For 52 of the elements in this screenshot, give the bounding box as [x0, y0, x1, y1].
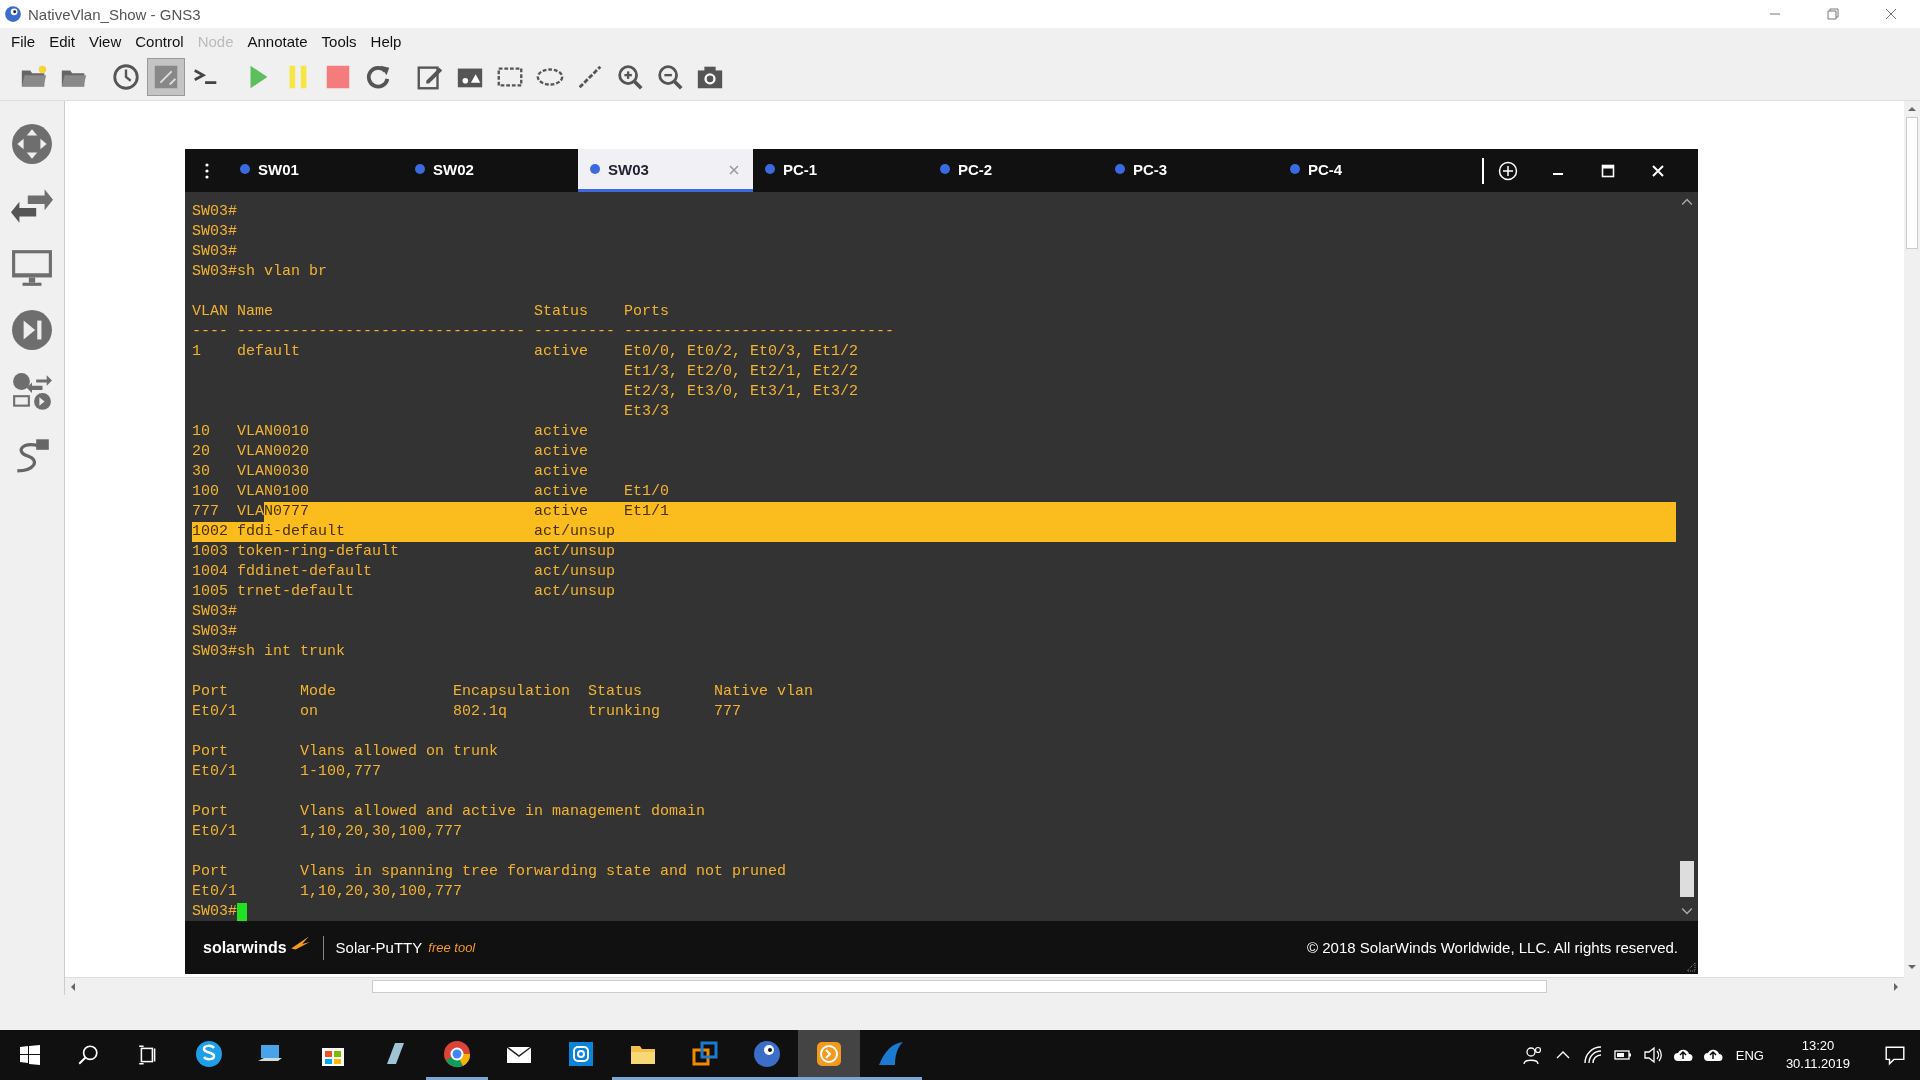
terminal-line: Port Vlans allowed on trunk	[192, 742, 500, 762]
terminal-line: 10 VLAN0010 active	[192, 422, 590, 442]
clock-time: 13:20	[1801, 1037, 1835, 1055]
menu-item[interactable]: Help	[363, 30, 409, 52]
menu-item[interactable]: View	[82, 30, 129, 52]
menu-item[interactable]: Annotate	[240, 30, 315, 52]
terminal-line: ---- -------------------------------- --------- ------------------------------	[192, 322, 896, 342]
menu-item[interactable]: Tools	[314, 30, 364, 52]
terminal-line: SW03#	[192, 222, 238, 242]
clock-date: 30.11.2019	[1785, 1055, 1850, 1073]
menu-item[interactable]: File	[4, 30, 43, 52]
session-tab[interactable]: SW01	[228, 149, 403, 192]
terminal-line: 30 VLAN0030 active	[192, 462, 590, 482]
terminal-line: SW03#sh vlan br	[192, 262, 329, 282]
terminal-line: SW03#	[192, 622, 238, 642]
terminal-line: SW03#	[192, 602, 238, 622]
terminal-line: Et1/3, Et2/0, Et2/1, Et2/2	[623, 362, 860, 382]
menu-item[interactable]: Edit	[42, 30, 83, 52]
terminal-line: 20 VLAN0020 active	[192, 442, 590, 462]
terminal-line: 777 VLAN0777 active Et1/1	[192, 502, 1676, 522]
terminal-line: SW03#sh int trunk	[192, 642, 347, 662]
terminal-line: Et0/1 1,10,20,30,100,777	[192, 822, 464, 842]
terminal-line: Et3/3	[623, 402, 671, 422]
terminal-line: Et0/1 on 802.1q trunking 777	[192, 702, 743, 722]
terminal-line: 100 VLAN0100 active Et1/0	[192, 482, 671, 502]
session-tab[interactable]: PC-2	[928, 149, 1103, 192]
copyright-text: © 2018 SolarWinds Worldwide, LLC. All rights reserved.	[1307, 939, 1678, 956]
terminal-line: 1005 trnet-default act/unsup	[192, 582, 617, 602]
terminal-line: SW03#	[192, 242, 238, 262]
terminal-line: 1004 fddinet-default act/unsup	[192, 562, 617, 582]
terminal-line: Port Mode Encapsulation Status Native vlan	[192, 682, 815, 702]
session-tab[interactable]: SW03	[578, 149, 753, 192]
session-tab[interactable]: PC-1	[753, 149, 928, 192]
terminal-line: Et0/1 1,10,20,30,100,777	[192, 882, 464, 902]
terminal-line: Port Vlans allowed and active in management domain	[192, 802, 707, 822]
window-title: NativeVlan_Show - GNS3	[28, 5, 201, 23]
language-indicator[interactable]: ENG	[1735, 1047, 1764, 1063]
brand-name: solarwinds	[203, 938, 287, 957]
terminal-line: SW03#	[192, 202, 238, 222]
terminal-line: Et0/1 1-100,777	[192, 762, 383, 782]
terminal-line: 1003 token-ring-default act/unsup	[192, 542, 617, 562]
menu-item[interactable]: Control	[128, 30, 191, 52]
terminal-line: VLAN Name Status Ports	[192, 302, 671, 322]
session-tab[interactable]: SW02	[403, 149, 578, 192]
terminal-line: SW03#	[192, 902, 237, 922]
terminal-line: 1 default active Et0/0, Et0/2, Et0/3, Et1/2	[192, 342, 860, 362]
terminal-line: Et2/3, Et3/0, Et3/1, Et3/2	[623, 382, 860, 402]
session-tab[interactable]: PC-4	[1278, 149, 1453, 192]
session-tab[interactable]: PC-3	[1103, 149, 1278, 192]
terminal-line: Port Vlans in spanning tree forwarding state and not pruned	[192, 862, 788, 882]
edition-label: free tool	[428, 940, 476, 955]
product-name: Solar-PuTTY	[335, 939, 423, 956]
